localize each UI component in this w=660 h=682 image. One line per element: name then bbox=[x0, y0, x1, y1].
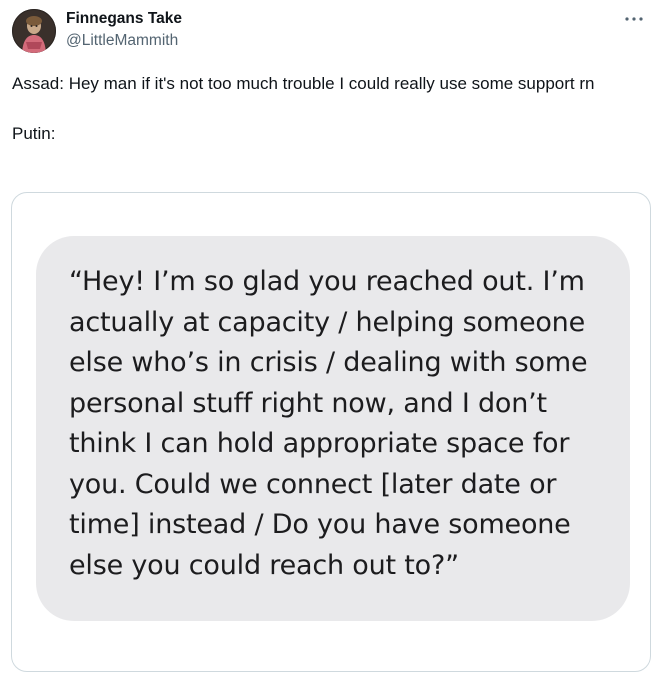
author-info: Finnegans Take @LittleMammith bbox=[66, 9, 182, 51]
tweet-text-line: Putin: bbox=[12, 124, 56, 143]
message-text: “Hey! I’m so glad you reached out. I’m a… bbox=[69, 266, 588, 581]
avatar-image bbox=[12, 9, 56, 53]
ellipsis-icon bbox=[625, 17, 643, 21]
avatar[interactable] bbox=[12, 9, 56, 53]
media-card[interactable]: “Hey! I’m so glad you reached out. I’m a… bbox=[11, 192, 651, 672]
more-options-button[interactable] bbox=[622, 10, 646, 28]
tweet-text-line: Assad: Hey man if it's not too much trou… bbox=[12, 74, 595, 93]
tweet: Finnegans Take @LittleMammith Assad: Hey… bbox=[0, 0, 660, 682]
author-handle[interactable]: @LittleMammith bbox=[66, 31, 182, 51]
author-display-name[interactable]: Finnegans Take bbox=[66, 9, 182, 29]
tweet-text: Assad: Hey man if it's not too much trou… bbox=[12, 71, 632, 146]
message-bubble: “Hey! I’m so glad you reached out. I’m a… bbox=[36, 236, 630, 621]
